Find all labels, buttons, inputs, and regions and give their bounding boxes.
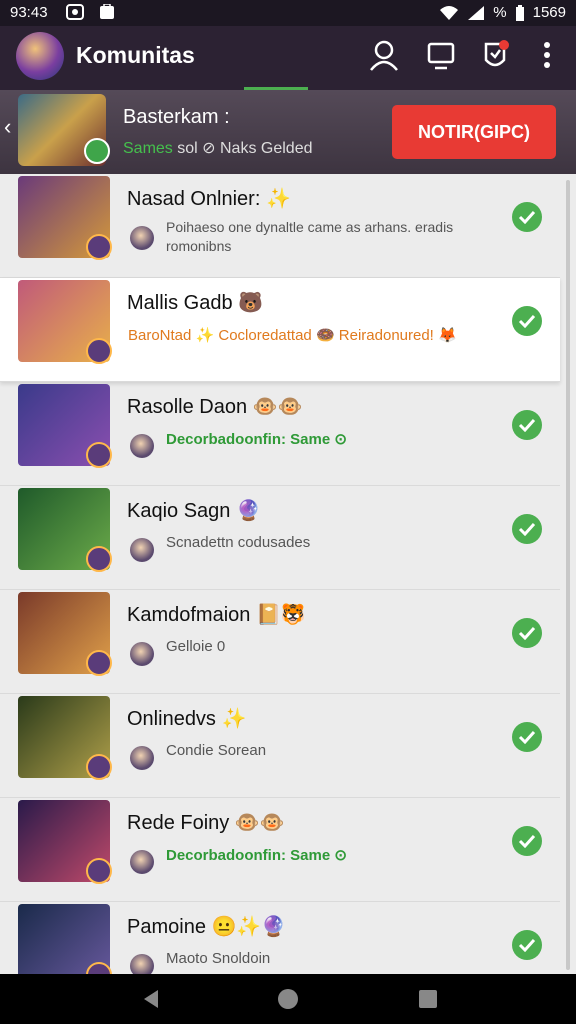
avatar-badge	[86, 858, 112, 884]
home-icon[interactable]	[277, 988, 299, 1010]
avatar-badge	[86, 234, 112, 260]
wifi-icon	[440, 5, 459, 20]
battery-icon	[515, 4, 524, 21]
app-title: Komunitas	[76, 42, 195, 68]
avatar-badge	[86, 650, 112, 676]
shield-notification-icon[interactable]	[478, 38, 512, 72]
check-icon[interactable]	[512, 410, 542, 440]
verified-check-icon	[84, 138, 110, 164]
item-subtitle: BaroNtad ✨ Cocloredattad 🍩 Reiradonured!…	[128, 327, 457, 344]
check-icon[interactable]	[512, 618, 542, 648]
item-title: Kamdofmaion 📔🐯	[127, 604, 306, 626]
banner-subtitle: Sames sol ⊘ Naks Gelded	[123, 138, 312, 158]
avatar	[130, 642, 154, 666]
list-item[interactable]: Rasolle Daon 🐵🐵 Decorbadoonfin: Same ⊙	[0, 382, 560, 486]
back-chevron-icon[interactable]: ‹	[4, 114, 11, 140]
back-icon[interactable]	[140, 988, 162, 1010]
list-item[interactable]: Rede Foiny 🐵🐵 Decorbadoonfin: Same ⊙	[0, 798, 560, 902]
banner-subtitle-green: Sames	[123, 140, 173, 157]
bag-notification-icon	[100, 4, 114, 19]
check-icon[interactable]	[512, 826, 542, 856]
list-item[interactable]: Kaqio Sagn 🔮 Scnadettn codusades	[0, 486, 560, 590]
list-item[interactable]: Nasad Onlnier: ✨ Poihaeso one dynaltle ca…	[0, 174, 560, 278]
banner-title: Basterkam :	[123, 106, 230, 128]
avatar	[130, 538, 154, 562]
item-title: Onlinedvs ✨	[127, 708, 247, 730]
list-item[interactable]: Onlinedvs ✨ Condie Sorean	[0, 694, 560, 798]
avatar-badge	[86, 338, 112, 364]
notify-button[interactable]: NOTIR(GIPC)	[392, 105, 556, 159]
item-subtitle: Gelloie 0	[166, 638, 226, 655]
status-time: 93:43	[10, 4, 48, 21]
check-icon[interactable]	[512, 930, 542, 960]
item-title: Pamoine 😐✨🔮	[127, 916, 287, 938]
item-subtitle: Scnadettn codusades	[166, 534, 311, 551]
item-subtitle: Poihaeso one dynaltle came as arhans. er…	[166, 219, 454, 254]
recents-icon[interactable]	[417, 988, 439, 1010]
item-title: Mallis Gadb 🐻	[127, 292, 264, 314]
android-nav-bar	[0, 974, 576, 1024]
signal-icon	[468, 5, 485, 20]
more-options-icon[interactable]	[530, 38, 564, 72]
check-icon[interactable]	[512, 306, 542, 336]
screenshot-notification-icon	[66, 4, 84, 20]
profile-icon[interactable]	[367, 38, 401, 72]
check-icon[interactable]	[512, 514, 542, 544]
avatar	[130, 746, 154, 770]
check-icon[interactable]	[512, 202, 542, 232]
avatar	[130, 434, 154, 458]
check-icon[interactable]	[512, 722, 542, 752]
list-item[interactable]: Mallis Gadb 🐻 BaroNtad ✨ Cocloredattad 🍩 …	[0, 278, 560, 382]
community-list: Nasad Onlnier: ✨ Poihaeso one dynaltle ca…	[0, 174, 560, 1006]
banner-subtitle-rest: sol ⊘ Naks Gelded	[172, 140, 313, 157]
item-subtitle: Decorbadoonfin: Same ⊙	[166, 431, 347, 448]
battery-text: %	[493, 4, 507, 21]
avatar-badge	[86, 546, 112, 572]
item-title: Rede Foiny 🐵🐵	[127, 812, 285, 834]
item-subtitle: Decorbadoonfin: Same ⊙	[166, 847, 347, 864]
status-bar: 93:43 % 1569	[0, 0, 576, 26]
app-bar: Komunitas	[0, 26, 576, 90]
item-title: Rasolle Daon 🐵🐵	[127, 396, 303, 418]
screen-icon[interactable]	[424, 38, 458, 72]
scrollbar[interactable]	[566, 180, 570, 970]
list-item[interactable]: Kamdofmaion 📔🐯 Gelloie 0	[0, 590, 560, 694]
app-logo	[16, 32, 64, 80]
item-title: Nasad Onlnier: ✨	[127, 188, 291, 210]
item-title: Kaqio Sagn 🔮	[127, 500, 261, 522]
avatar-badge	[86, 754, 112, 780]
avatar	[130, 226, 154, 250]
avatar	[130, 850, 154, 874]
item-subtitle: Maoto Snoldoin	[166, 950, 271, 967]
status-clock: 1569	[532, 4, 566, 21]
avatar-badge	[86, 442, 112, 468]
featured-banner: ‹ Basterkam : Sames sol ⊘ Naks Gelded NO…	[0, 90, 576, 174]
item-subtitle: Condie Sorean	[166, 742, 267, 759]
